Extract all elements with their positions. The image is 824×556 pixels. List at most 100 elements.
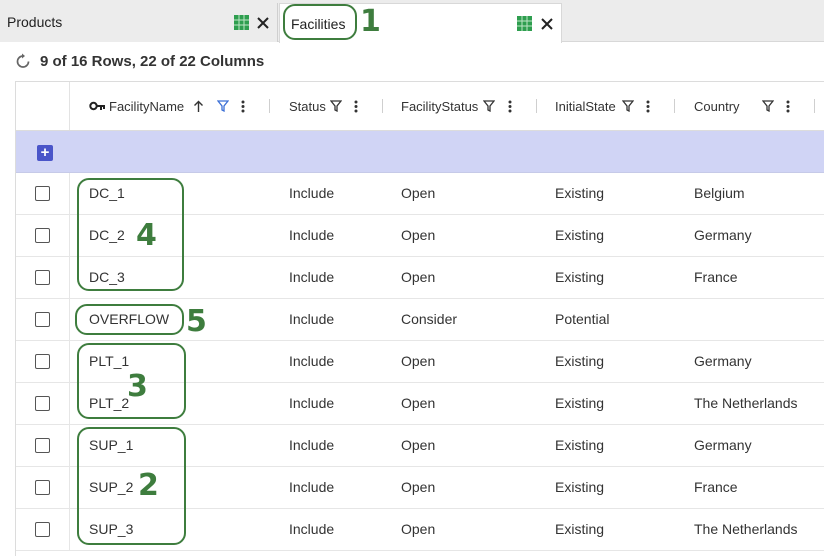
table-grid-icon: [234, 15, 249, 30]
cell-country[interactable]: Germany: [694, 425, 752, 466]
filter-icon[interactable]: [330, 100, 342, 112]
column-separator[interactable]: [536, 99, 537, 113]
cell-status[interactable]: Include: [289, 509, 334, 550]
cell-facility-status[interactable]: Open: [401, 425, 435, 466]
row-checkbox[interactable]: [35, 396, 50, 411]
tab-products-label: Products: [7, 14, 63, 30]
cell-initial-state[interactable]: Existing: [555, 509, 604, 550]
column-separator[interactable]: [674, 99, 675, 113]
cell-initial-state[interactable]: Existing: [555, 467, 604, 508]
column-header-label: FacilityStatus: [401, 98, 479, 114]
add-row-band: [16, 131, 824, 173]
annotation-number-3: 3: [127, 369, 148, 404]
cell-initial-state[interactable]: Existing: [555, 425, 604, 466]
cell-facility-status[interactable]: Open: [401, 173, 435, 214]
cell-status[interactable]: Include: [289, 173, 334, 214]
cell-facility-status[interactable]: Open: [401, 509, 435, 550]
row-select-cell: [16, 467, 70, 508]
cell-facility-status[interactable]: Consider: [401, 299, 457, 340]
filter-icon[interactable]: [762, 100, 774, 112]
header-select-column: [16, 82, 70, 130]
add-row-button[interactable]: +: [37, 145, 53, 161]
cell-facility-status[interactable]: Open: [401, 467, 435, 508]
cell-initial-state[interactable]: Existing: [555, 341, 604, 382]
cell-status[interactable]: Include: [289, 257, 334, 298]
cell-initial-state[interactable]: Existing: [555, 257, 604, 298]
cell-initial-state[interactable]: Potential: [555, 299, 609, 340]
annotation-number-4: 4: [136, 218, 157, 253]
row-checkbox[interactable]: [35, 522, 50, 537]
close-icon[interactable]: [256, 16, 270, 30]
cell-initial-state[interactable]: Existing: [555, 383, 604, 424]
column-header-label: Status: [289, 98, 326, 114]
cell-status[interactable]: Include: [289, 425, 334, 466]
cell-country[interactable]: France: [694, 467, 738, 508]
cell-status[interactable]: Include: [289, 341, 334, 382]
cell-initial-state[interactable]: Existing: [555, 215, 604, 256]
more-vertical-icon[interactable]: [354, 100, 358, 113]
more-vertical-icon[interactable]: [508, 100, 512, 113]
cell-facility-status[interactable]: Open: [401, 383, 435, 424]
column-header-country[interactable]: Country: [694, 82, 740, 130]
column-separator[interactable]: [382, 99, 383, 113]
column-separator[interactable]: [814, 99, 815, 113]
cell-facility-status[interactable]: Open: [401, 341, 435, 382]
tab-bar: Products Facilities: [0, 0, 824, 43]
cell-country[interactable]: Germany: [694, 341, 752, 382]
annotation-box-2: [77, 427, 186, 545]
annotation-box-4: [77, 178, 184, 291]
row-select-cell: [16, 257, 70, 298]
row-checkbox[interactable]: [35, 186, 50, 201]
cell-facility-status[interactable]: Open: [401, 257, 435, 298]
annotation-box-5: [75, 304, 184, 335]
column-header-label: FacilityName: [109, 98, 185, 114]
more-vertical-icon[interactable]: [241, 100, 245, 113]
row-checkbox[interactable]: [35, 438, 50, 453]
filter-icon[interactable]: [483, 100, 495, 112]
row-count-bar: 9 of 16 Rows, 22 of 22 Columns: [14, 51, 264, 71]
row-select-cell: [16, 215, 70, 256]
column-header-label: InitialState: [555, 98, 616, 114]
cell-initial-state[interactable]: Existing: [555, 173, 604, 214]
annotation-box-1: [283, 4, 357, 40]
cell-status[interactable]: Include: [289, 467, 334, 508]
row-select-cell: [16, 509, 70, 550]
row-select-cell: [16, 425, 70, 466]
refresh-icon[interactable]: [14, 52, 32, 70]
cell-status[interactable]: Include: [289, 383, 334, 424]
row-select-cell: [16, 173, 70, 214]
row-checkbox[interactable]: [35, 354, 50, 369]
row-checkbox[interactable]: [35, 270, 50, 285]
table-grid-icon: [517, 16, 532, 31]
row-checkbox[interactable]: [35, 228, 50, 243]
column-header-facilityname[interactable]: FacilityName: [89, 82, 184, 130]
column-header-initialstate[interactable]: InitialState: [555, 82, 616, 130]
annotation-number-2: 2: [138, 468, 159, 503]
sort-ascending-icon[interactable]: [193, 100, 204, 113]
cell-country[interactable]: Belgium: [694, 173, 745, 214]
annotation-number-5: 5: [186, 304, 207, 339]
close-icon[interactable]: [540, 17, 554, 31]
cell-country[interactable]: The Netherlands: [694, 509, 798, 550]
cell-facility-status[interactable]: Open: [401, 215, 435, 256]
filter-icon[interactable]: [217, 100, 229, 112]
more-vertical-icon[interactable]: [786, 100, 790, 113]
cell-status[interactable]: Include: [289, 215, 334, 256]
row-select-cell: [16, 341, 70, 382]
column-header-status[interactable]: Status: [289, 82, 326, 130]
cell-status[interactable]: Include: [289, 299, 334, 340]
row-select-cell: [16, 299, 70, 340]
column-header-label: Country: [694, 98, 740, 114]
cell-country[interactable]: The Netherlands: [694, 383, 798, 424]
filter-icon[interactable]: [622, 100, 634, 112]
tab-products[interactable]: Products: [0, 3, 278, 42]
row-checkbox[interactable]: [35, 480, 50, 495]
grid-header: FacilityName Status FacilityStatus Initi…: [16, 82, 824, 131]
more-vertical-icon[interactable]: [646, 100, 650, 113]
row-checkbox[interactable]: [35, 312, 50, 327]
cell-country[interactable]: Germany: [694, 215, 752, 256]
column-header-facilitystatus[interactable]: FacilityStatus: [401, 82, 478, 130]
cell-country[interactable]: France: [694, 257, 738, 298]
column-separator[interactable]: [269, 99, 270, 113]
key-icon: [89, 101, 105, 111]
